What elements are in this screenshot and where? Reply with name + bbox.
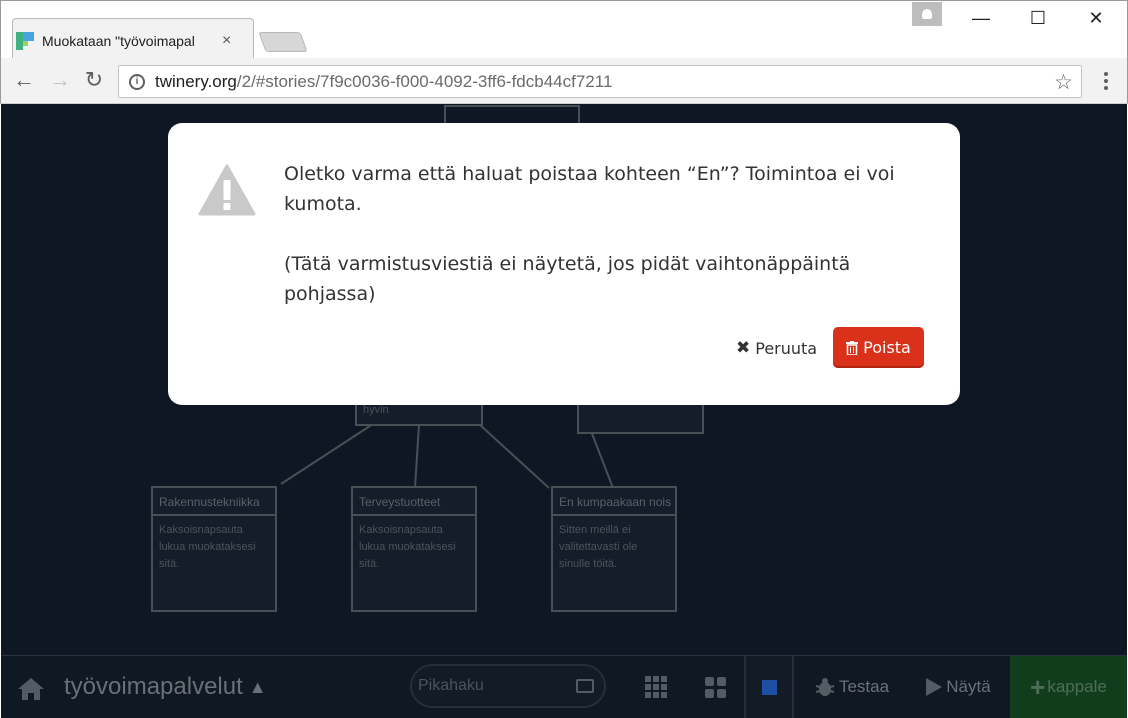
passage-title: Rakennustekniikka bbox=[153, 488, 275, 516]
twine-favicon-icon bbox=[16, 32, 34, 50]
cancel-button[interactable]: ✖ Peruuta bbox=[736, 334, 817, 362]
test-button[interactable]: Testaa bbox=[812, 656, 892, 718]
warning-icon bbox=[198, 164, 256, 216]
passage-title: En kumpaakaan nois bbox=[553, 488, 675, 516]
passage-title: Terveystuotteet bbox=[353, 488, 475, 516]
dialog-note: (Tätä varmistusviestiä ei näytetä, jos p… bbox=[284, 253, 851, 305]
keyboard-icon[interactable] bbox=[576, 679, 594, 693]
url-host: twinery.org bbox=[155, 71, 237, 91]
zoom-large-button[interactable] bbox=[744, 656, 794, 718]
browser-menu-icon[interactable] bbox=[1096, 67, 1116, 95]
play-label: Näytä bbox=[946, 677, 991, 696]
url-path: /2/#stories/7f9c0036-f000-4092-3ff6-fdcb… bbox=[236, 71, 613, 91]
zoom-medium-button[interactable] bbox=[700, 656, 730, 718]
test-label: Testaa bbox=[838, 677, 890, 696]
info-icon[interactable]: i bbox=[129, 73, 145, 90]
passage-excerpt: Kaksoisnapsauta lukua muokataksesi sitä. bbox=[159, 524, 256, 570]
quick-search[interactable] bbox=[410, 664, 606, 708]
minimize-button[interactable]: — bbox=[958, 4, 1004, 32]
tiles-icon bbox=[704, 676, 726, 698]
caret-up-icon: ▲ bbox=[248, 676, 267, 697]
search-input[interactable] bbox=[418, 677, 568, 695]
passage-card[interactable]: Rakennustekniikka Kaksoisnapsauta lukua … bbox=[151, 486, 277, 612]
back-button[interactable]: ← bbox=[10, 66, 38, 94]
close-window-button[interactable]: ✕ bbox=[1073, 4, 1119, 32]
dialog-message: Oletko varma että haluat poistaa kohteen… bbox=[284, 159, 924, 309]
trash-icon bbox=[846, 340, 859, 355]
browser-tab-content[interactable]: Muokataan "työvoimapal × bbox=[16, 24, 248, 58]
zoom-small-button[interactable] bbox=[640, 656, 672, 718]
passage-excerpt: Sitten meillä ei valitettavasti ole sinu… bbox=[559, 524, 638, 570]
home-icon[interactable] bbox=[16, 676, 46, 702]
reload-button[interactable]: ↻ bbox=[80, 66, 108, 94]
passage-card[interactable]: En kumpaakaan nois Sitten meillä ei vali… bbox=[551, 486, 677, 612]
story-menu[interactable]: työvoimapalvelut ▲ bbox=[64, 673, 267, 701]
bookmark-star-icon[interactable]: ☆ bbox=[1054, 70, 1073, 95]
new-tab-button[interactable] bbox=[258, 32, 308, 52]
bug-icon bbox=[815, 678, 835, 696]
close-icon: ✖ bbox=[736, 338, 751, 358]
cancel-label: Peruuta bbox=[755, 338, 818, 358]
add-label: kappale bbox=[1047, 677, 1107, 696]
address-bar[interactable]: i twinery.org/2/#stories/7f9c0036-f000-4… bbox=[118, 65, 1082, 98]
delete-button[interactable]: Poista bbox=[833, 327, 924, 368]
square-icon bbox=[761, 679, 777, 695]
tab-title: Muokataan "työvoimapal bbox=[42, 33, 195, 49]
story-title: työvoimapalvelut bbox=[64, 673, 243, 700]
plus-icon: + bbox=[1030, 671, 1046, 702]
add-passage-button[interactable]: + kappale bbox=[1010, 656, 1127, 718]
passage-excerpt: Kaksoisnapsauta lukua muokataksesi sitä. bbox=[359, 524, 456, 570]
url-text[interactable]: twinery.org/2/#stories/7f9c0036-f000-409… bbox=[155, 72, 612, 92]
forward-button[interactable]: → bbox=[46, 66, 74, 94]
delete-label: Poista bbox=[863, 338, 911, 357]
grid-icon bbox=[645, 676, 667, 698]
play-button[interactable]: Näytä bbox=[922, 656, 994, 718]
maximize-button[interactable]: ☐ bbox=[1015, 4, 1061, 32]
passage-card[interactable]: Terveystuotteet Kaksoisnapsauta lukua mu… bbox=[351, 486, 477, 612]
play-icon bbox=[926, 678, 943, 696]
dialog-question: Oletko varma että haluat poistaa kohteen… bbox=[284, 163, 895, 215]
tab-close-icon[interactable]: × bbox=[222, 32, 231, 50]
profile-icon[interactable] bbox=[912, 2, 942, 26]
